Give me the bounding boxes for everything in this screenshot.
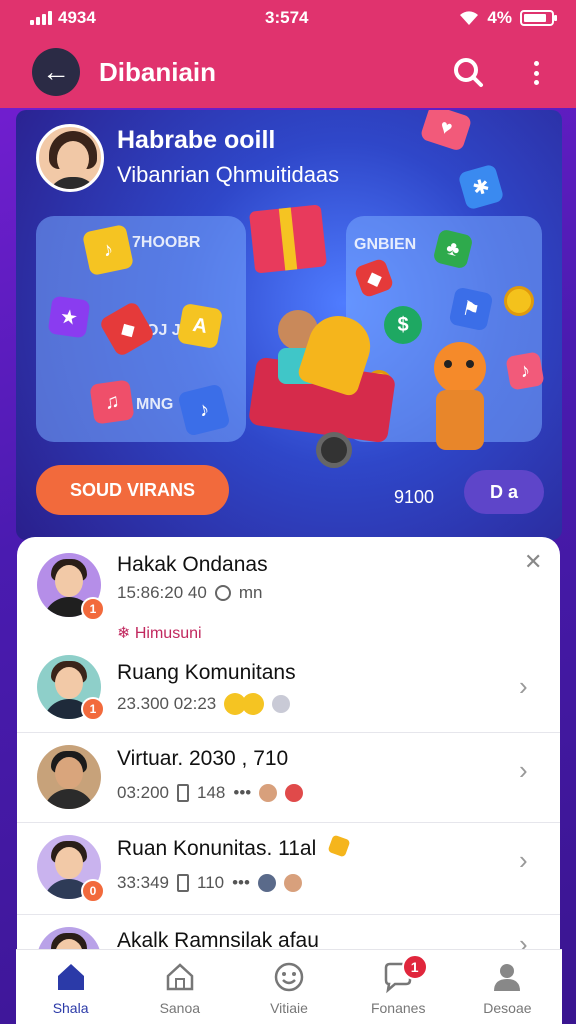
list-item-meta: 03:200 148 ••• (117, 783, 304, 803)
meta-time: 15:86:20 40 (117, 583, 207, 602)
house-outline-icon (166, 963, 194, 991)
hero-avatar (36, 124, 104, 192)
list-item[interactable]: 1 Hakak Ondanas 15:86:20 40 mn ❄ Himusun… (17, 537, 560, 657)
more-options-button[interactable] (526, 58, 546, 88)
status-time: 3:574 (265, 8, 309, 27)
more-dots-icon: ••• (233, 783, 252, 802)
hero-title: Habrabe ooill (117, 126, 276, 154)
hero-cta-button[interactable]: SOUD VIRANS (36, 465, 229, 515)
meta-count: 148 (197, 783, 226, 802)
nav-item-fonanes[interactable]: 1 Fonanes (344, 950, 453, 1024)
tag-icon: ❄ (117, 625, 135, 642)
nav-label: Vitiaie (270, 1000, 308, 1016)
community-tag: ❄ Himusuni (117, 623, 202, 643)
avatar (37, 745, 101, 809)
meta-count: 110 (197, 873, 225, 892)
nav-item-home[interactable]: Shala (16, 950, 125, 1024)
list-item-title: Hakak Ondanas (117, 553, 268, 576)
emoji-red-icon (285, 784, 304, 802)
emoji-blue-icon (257, 874, 276, 892)
panel-left-label-top: 7HOOBR (132, 234, 201, 251)
cart-wheel-icon (316, 432, 352, 468)
list-item-meta: 33:349 110 ••• (117, 873, 302, 893)
more-dots-icon: ••• (232, 873, 250, 892)
nav-label: Fonanes (370, 1000, 426, 1016)
nav-item-sanoa[interactable]: Sanoa (125, 950, 234, 1024)
home-icon (57, 964, 84, 990)
chevron-right-icon[interactable]: › (519, 671, 528, 702)
panel-left-label-bottom: MNG (136, 396, 174, 413)
list-item-title: Ruan Konunitas. 11al (117, 834, 351, 861)
note-tile-right-icon: ♪ (505, 351, 545, 391)
meta-time: 03:200 (117, 783, 169, 802)
hero-banner: Habrabe ooill Vibanrian Qhmuitidaas 7HOO… (16, 110, 562, 540)
panel-right-label: GNBIEN (354, 236, 417, 253)
note-tile-icon: ♫ (89, 379, 135, 425)
music-tile-icon: ♪ (81, 223, 135, 277)
battery-icon (520, 10, 557, 26)
nav-item-vitiaie[interactable]: Vitiaie (234, 950, 343, 1024)
emoji-face-icon (259, 784, 278, 802)
emoji-face-icon (283, 874, 302, 892)
battery-percent: 4% (487, 8, 512, 27)
nav-notification-badge: 1 (401, 954, 428, 980)
chevron-right-icon[interactable]: › (519, 755, 528, 786)
notification-badge: 1 (81, 597, 105, 621)
emoji-coin-icon (242, 693, 265, 715)
wifi-icon (460, 11, 479, 25)
list-item-meta: 15:86:20 40 mn (117, 583, 262, 603)
hero-count: 9100 (394, 487, 435, 507)
heart-tile-icon: ♥ (419, 110, 473, 152)
notification-badge: 1 (81, 697, 105, 721)
bookmark-icon (177, 874, 189, 892)
meta-time: 23.300 02:23 (117, 694, 217, 713)
nav-label: Desoae (483, 1000, 532, 1016)
flag-tile-icon: ⚑ (448, 286, 494, 332)
character-fox-icon (434, 342, 486, 394)
status-bar: 4934 3:574 4% (0, 8, 576, 30)
coin-icon (504, 286, 534, 316)
signal-icon (30, 11, 52, 25)
top-app-bar: 4934 3:574 4% ← Dibaniain (0, 0, 576, 108)
letter-tile-icon: A (176, 302, 224, 350)
smiley-icon (274, 962, 304, 992)
chevron-right-icon[interactable]: › (519, 845, 528, 876)
page-title: Dibaniain (99, 57, 217, 87)
notification-badge: 0 (81, 879, 105, 903)
meta-time: 33:349 (117, 873, 169, 892)
list-item-title: Ruang Komunitans (117, 661, 296, 684)
puzzle-tile-icon: ✱ (457, 163, 505, 211)
nav-item-desoae[interactable]: Desoae (453, 950, 562, 1024)
list-item[interactable]: 0 Ruan Konunitas. 11al 33:349 110 ••• › (17, 823, 560, 915)
tag-label: Himusuni (134, 625, 202, 642)
hero-pill-button[interactable]: D a (464, 470, 544, 514)
community-list: ✕ 1 Hakak Ondanas 15:86:20 40 mn ❄ Himus… (17, 537, 560, 957)
star-tile-icon: ★ (47, 295, 91, 339)
emoji-hand-icon (327, 834, 351, 858)
list-item[interactable]: Virtuar. 2030 , 710 03:200 148 ••• › (17, 733, 560, 823)
list-item-title: Virtuar. 2030 , 710 (117, 747, 289, 770)
arrow-left-icon: ← (42, 56, 70, 87)
list-item[interactable]: 1 Ruang Komunitans 23.300 02:23 › (17, 649, 560, 733)
bookmark-icon (177, 784, 189, 802)
character-fox-body-icon (436, 390, 484, 450)
search-icon[interactable] (452, 56, 484, 88)
back-button[interactable]: ← (32, 48, 80, 96)
meta-extra: mn (238, 583, 263, 602)
nav-label: Shala (52, 1000, 89, 1016)
bottom-nav: Shala Sanoa Vitiaie 1 Fonanes Desoae (16, 949, 562, 1024)
clock-icon (214, 585, 231, 601)
title-text: Ruan Konunitas. 11al (117, 837, 317, 860)
dollar-coin-icon: $ (384, 306, 422, 344)
profile-icon (494, 964, 521, 991)
hero-subtitle: Vibanrian Qhmuitidaas (117, 162, 340, 187)
list-item-meta: 23.300 02:23 (117, 693, 291, 715)
status-left-text: 4934 (58, 8, 96, 27)
emoji-face-icon (272, 695, 291, 713)
gift-box-icon (248, 204, 328, 274)
nav-label: Sanoa (159, 1000, 201, 1016)
